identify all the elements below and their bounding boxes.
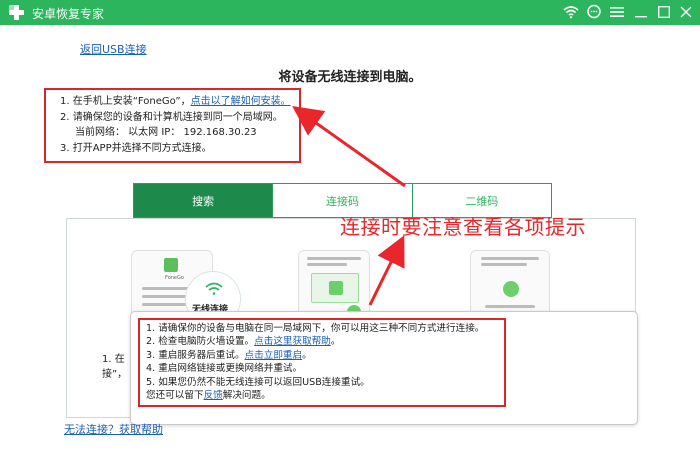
annotation-text: 连接时要注意查看各项提示	[340, 215, 586, 239]
arrow-to-tips	[368, 235, 405, 306]
arrow-to-steps	[292, 106, 406, 188]
